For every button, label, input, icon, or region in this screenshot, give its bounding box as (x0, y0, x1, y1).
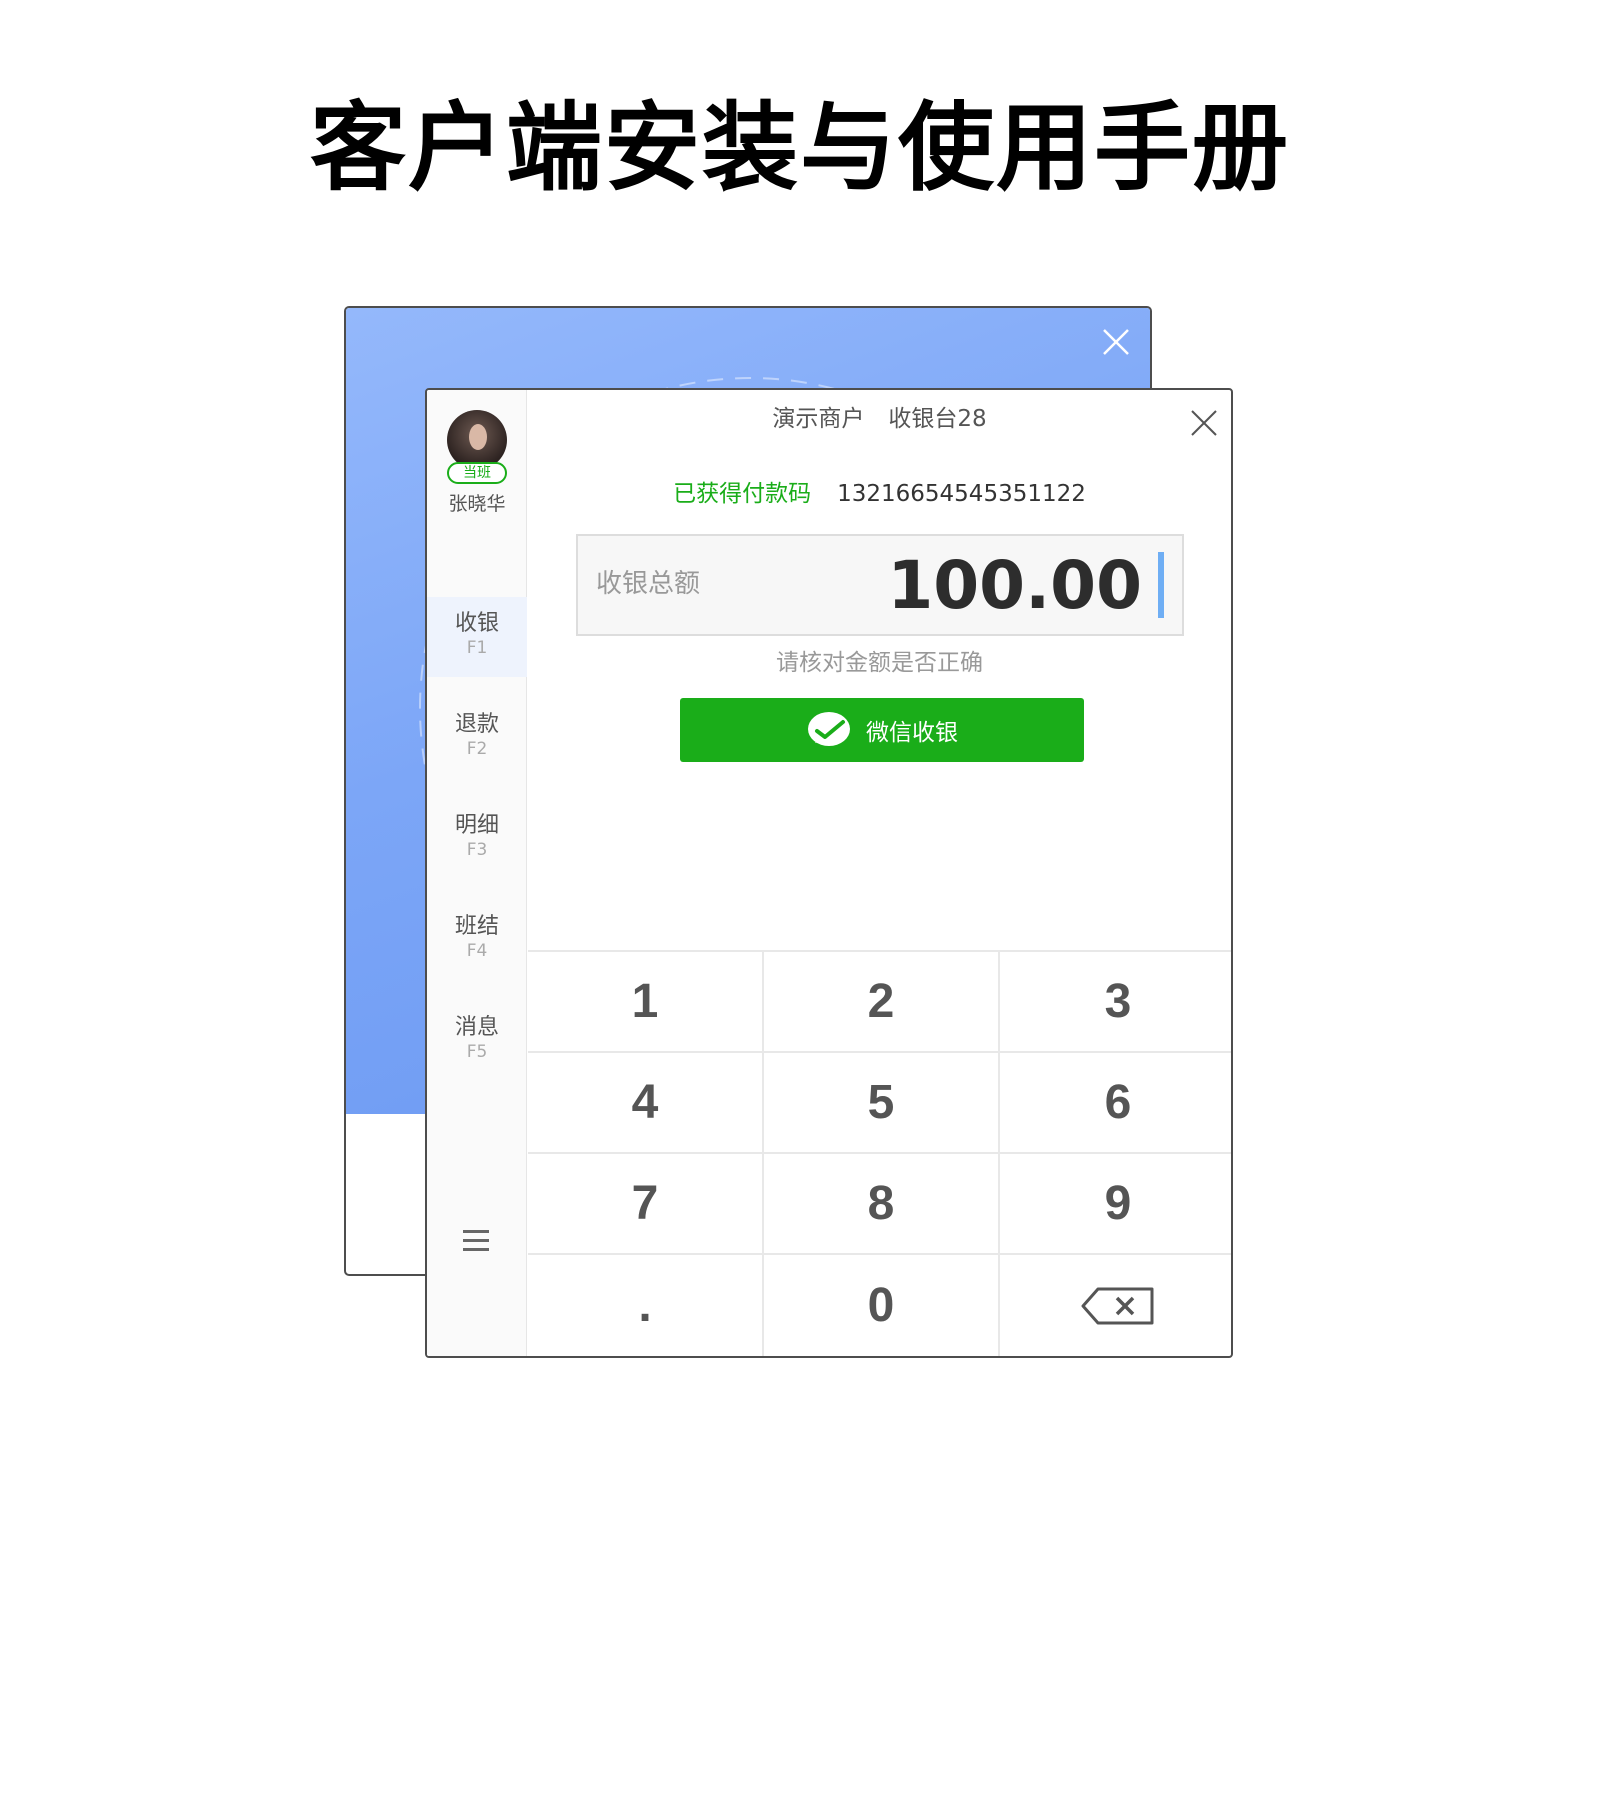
payment-code-number: 13216654545351122 (837, 481, 1086, 507)
key-3[interactable]: 3 (1000, 952, 1231, 1053)
key-5[interactable]: 5 (764, 1053, 1000, 1154)
key-7[interactable]: 7 (528, 1154, 764, 1255)
key-backspace[interactable] (1000, 1255, 1231, 1356)
sidebar-item-refund[interactable]: 退款 F2 (427, 698, 527, 778)
key-9[interactable]: 9 (1000, 1154, 1231, 1255)
sidebar: 当班 张晓华 收银 F1 退款 F2 明细 F3 班结 F4 消息 F5 (427, 390, 527, 1356)
sidebar-item-shortcut: F2 (466, 739, 488, 759)
key-6[interactable]: 6 (1000, 1053, 1231, 1154)
sidebar-item-shortcut: F3 (466, 840, 488, 860)
key-4[interactable]: 4 (528, 1053, 764, 1154)
register-name: 收银台28 (888, 406, 987, 432)
sidebar-item-shortcut: F4 (466, 941, 488, 961)
key-1[interactable]: 1 (528, 952, 764, 1053)
backspace-icon (1081, 1287, 1154, 1324)
amount-input[interactable]: 收银总额 100.00 (576, 534, 1184, 636)
header-info: 演示商户 收银台28 (528, 404, 1231, 434)
key-decimal[interactable]: . (528, 1255, 764, 1356)
text-caret (1158, 552, 1164, 618)
sidebar-item-label: 明细 (454, 813, 499, 838)
amount-hint: 请核对金额是否正确 (776, 650, 983, 676)
amount-label: 收银总额 (596, 569, 701, 599)
wechat-pay-button-label: 微信收银 (866, 720, 958, 746)
key-0[interactable]: 0 (764, 1255, 1000, 1356)
cashier-window: 当班 张晓华 收银 F1 退款 F2 明细 F3 班结 F4 消息 F5 演示商… (425, 388, 1233, 1358)
duty-badge: 当班 (447, 462, 507, 484)
sidebar-item-shortcut: F1 (466, 638, 488, 658)
number-keypad: 1 2 3 4 5 6 7 8 9 . 0 (528, 950, 1231, 1356)
sidebar-item-label: 退款 (454, 712, 499, 737)
key-2[interactable]: 2 (764, 952, 1000, 1053)
sidebar-item-label: 班结 (454, 914, 499, 939)
key-8[interactable]: 8 (764, 1154, 1000, 1255)
payment-code-row: 已获得付款码 13216654545351122 (528, 479, 1231, 509)
cashier-main: 演示商户 收银台28 已获得付款码 13216654545351122 收银总额 1… (528, 390, 1231, 1356)
user-name: 张晓华 (448, 493, 506, 515)
amount-value: 100.00 (887, 547, 1142, 624)
page: 客户端安装与使用手册 当班 张晓华 收银 F1 退款 F2 明细 F3 班结 F… (0, 0, 1600, 1793)
sidebar-item-label: 收银 (454, 611, 499, 636)
wechat-icon (808, 712, 850, 746)
page-title: 客户端安装与使用手册 (310, 92, 1290, 204)
merchant-name: 演示商户 (772, 406, 865, 432)
sidebar-item-shortcut: F5 (466, 1042, 488, 1062)
sidebar-item-label: 消息 (454, 1015, 499, 1040)
back-window-close-icon[interactable] (1100, 326, 1132, 358)
sidebar-item-details[interactable]: 明细 F3 (427, 799, 527, 879)
hamburger-icon[interactable] (463, 1230, 489, 1252)
avatar[interactable] (447, 410, 507, 470)
sidebar-item-messages[interactable]: 消息 F5 (427, 1001, 527, 1081)
sidebar-item-shift-close[interactable]: 班结 F4 (427, 900, 527, 980)
avatar-face (469, 424, 487, 450)
sidebar-item-cashier[interactable]: 收银 F1 (427, 597, 527, 677)
wechat-pay-button[interactable]: 微信收银 (680, 698, 1084, 762)
payment-code-status: 已获得付款码 (673, 481, 812, 507)
